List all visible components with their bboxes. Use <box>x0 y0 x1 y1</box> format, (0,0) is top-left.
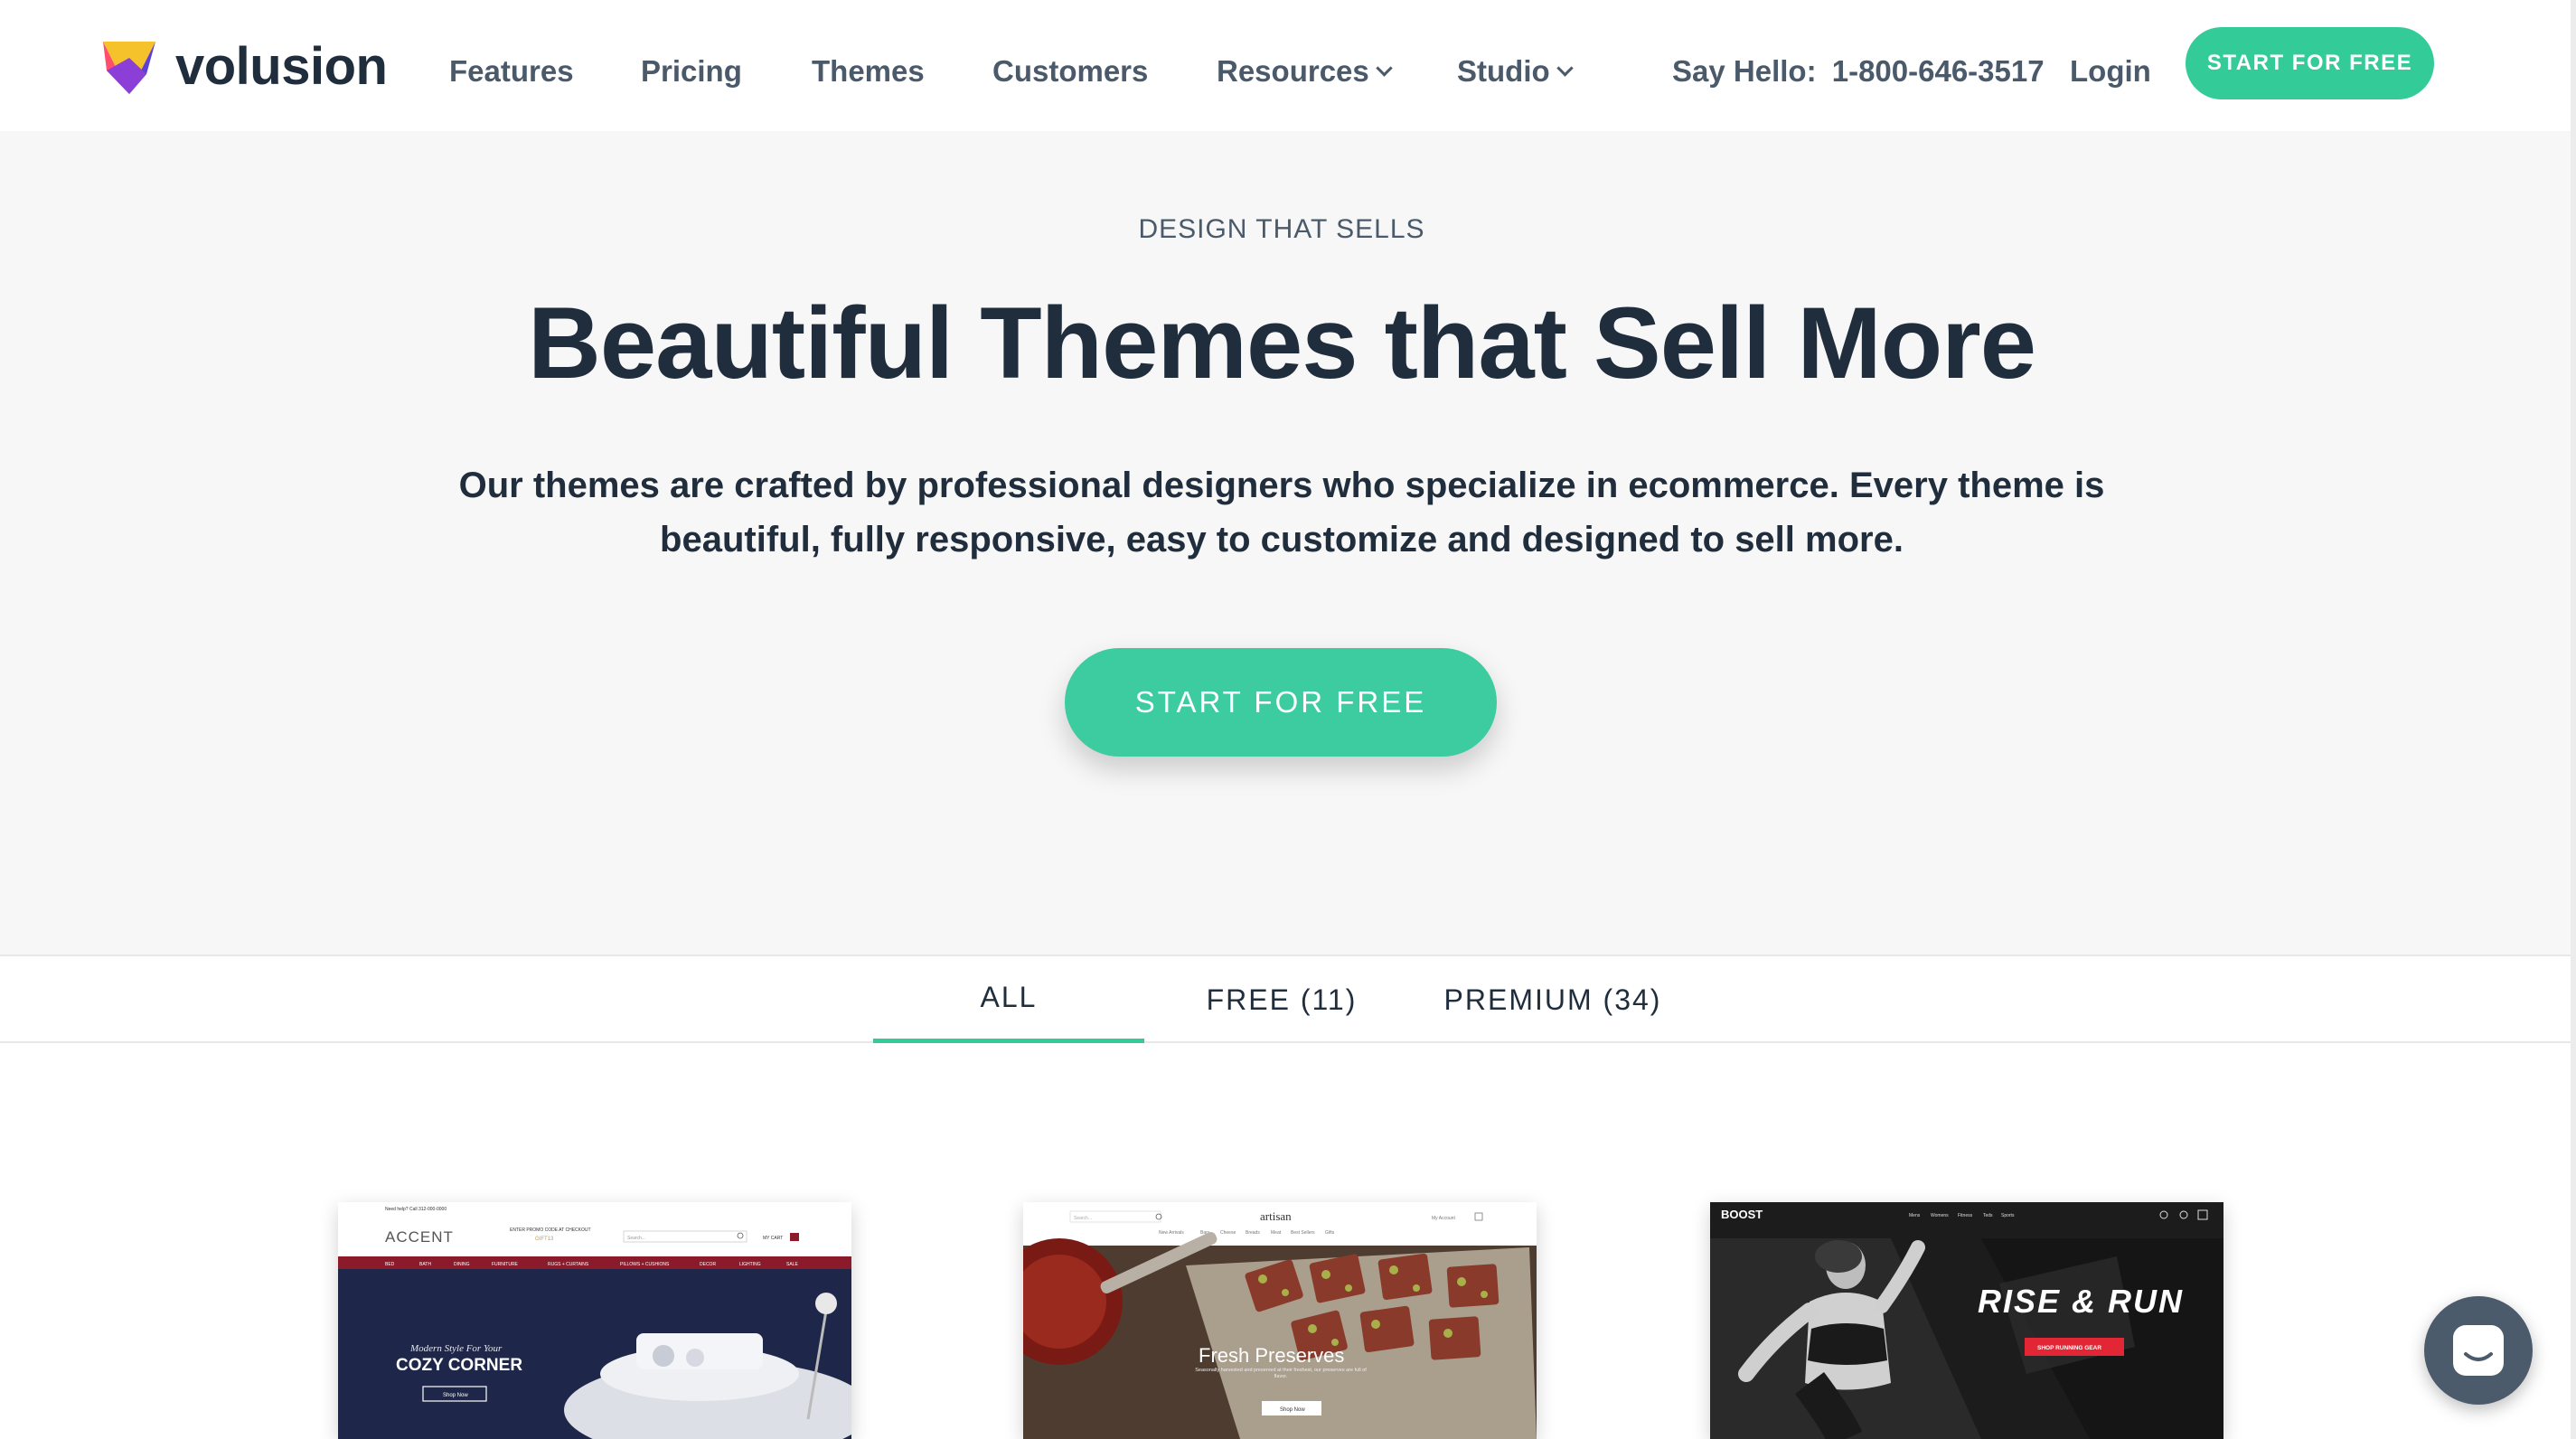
accent-promo-code: GIFT13 <box>535 1237 554 1242</box>
theme-preview-artisan: Search... artisan My Account New Arrival… <box>1023 1202 1537 1439</box>
boost-menu-item: Womens <box>1931 1213 1949 1218</box>
boost-headline: RISE & RUN <box>1978 1283 2184 1320</box>
artisan-menu-item: Meat <box>1271 1230 1282 1236</box>
page-scrollbar[interactable] <box>2571 0 2576 1439</box>
artisan-menu-item: Gifts <box>1325 1230 1335 1236</box>
say-hello-label: Say Hello: <box>1672 54 1817 88</box>
accent-button-label: Shop Now <box>443 1393 468 1398</box>
nav-themes[interactable]: Themes <box>812 51 925 92</box>
chat-icon <box>2453 1325 2504 1376</box>
chat-launcher[interactable] <box>2424 1296 2533 1405</box>
artisan-search-placeholder: Search... <box>1074 1216 1092 1221</box>
artisan-menu-item: New Arrivals <box>1159 1230 1184 1236</box>
say-hello: Say Hello: 1-800-646-3517 <box>1672 51 2045 92</box>
artisan-theme-name: artisan <box>1260 1209 1292 1223</box>
phone-link[interactable]: 1-800-646-3517 <box>1832 54 2045 88</box>
nav-resources[interactable]: Resources <box>1217 51 1393 92</box>
theme-preview-accent: Need help? Call 312-000-0000 ACCENT ENTE… <box>338 1202 851 1439</box>
theme-card-artisan[interactable]: Search... artisan My Account New Arrival… <box>1023 1202 1537 1439</box>
artisan-account: My Account <box>1432 1216 1455 1221</box>
nav-features[interactable]: Features <box>449 51 574 92</box>
accent-headline: COZY CORNER <box>396 1356 522 1375</box>
accent-menu-item: LIGHTING <box>739 1262 761 1267</box>
accent-search-placeholder: Search... <box>627 1236 645 1241</box>
artisan-subtext: Seasonally harvested and preserved at th… <box>1195 1368 1367 1379</box>
accent-tagline: Modern Style For Your <box>409 1343 503 1354</box>
artisan-menu-item: Breads <box>1246 1230 1260 1236</box>
nav-label: Customers <box>992 54 1149 88</box>
accent-menu-item: DINING <box>454 1262 470 1267</box>
accent-menu-item: PILLOWS + CUSHIONS <box>620 1262 670 1267</box>
artisan-menu-item: Best Sellers <box>1291 1230 1315 1236</box>
login-link[interactable]: Login <box>2070 51 2151 92</box>
boost-theme-name: BOOST <box>1721 1208 1763 1221</box>
accent-cart: MY CART <box>763 1236 783 1241</box>
accent-menu-bar <box>338 1256 851 1269</box>
tab-premium[interactable]: PREMIUM (34) <box>1417 956 1688 1043</box>
tab-all[interactable]: ALL <box>873 956 1144 1043</box>
theme-filter-tabs: ALL FREE (11) PREMIUM (34) <box>0 955 2571 1043</box>
chevron-down-icon <box>1556 59 1574 77</box>
boost-button-label: SHOP RUNNING GEAR <box>2037 1345 2101 1351</box>
accent-menu-item: SALE <box>786 1262 798 1267</box>
hero-description: Our themes are crafted by professional d… <box>458 466 2105 560</box>
accent-menu-item: RUGS + CURTAINS <box>548 1262 589 1267</box>
accent-menu-item: BATH <box>419 1262 431 1267</box>
accent-menu-item: BED <box>385 1262 395 1267</box>
nav-label: Studio <box>1457 54 1550 88</box>
hero-section: DESIGN THAT SELLS Beautiful Themes that … <box>0 131 2571 955</box>
boost-menu-item: Fitness <box>1958 1213 1973 1218</box>
accent-theme-name: ACCENT <box>385 1228 454 1246</box>
site-header: volusion Features Pricing Themes Custome… <box>0 0 2576 131</box>
boost-menu-item: Sports <box>2001 1213 2015 1218</box>
volusion-logo-icon <box>103 42 155 94</box>
cart-icon <box>790 1233 799 1241</box>
nav-label: Themes <box>812 54 925 88</box>
accent-menu-item: FURNITURE <box>492 1262 519 1267</box>
nav-pricing[interactable]: Pricing <box>641 51 742 92</box>
accent-promo: ENTER PROMO CODE AT CHECKOUT <box>510 1227 591 1233</box>
hero-start-free-button[interactable]: START FOR FREE <box>1065 648 1497 757</box>
hero-eyebrow: DESIGN THAT SELLS <box>1138 214 1425 244</box>
volusion-logo[interactable]: volusion <box>101 37 388 96</box>
nav-label: Resources <box>1217 54 1369 88</box>
tab-free[interactable]: FREE (11) <box>1146 956 1417 1043</box>
theme-preview-boost: BOOST Mens Womens Fitness Teds Sports RI… <box>1710 1202 2223 1439</box>
artisan-menu-item: Cheese <box>1220 1230 1236 1236</box>
theme-card-boost[interactable]: BOOST Mens Womens Fitness Teds Sports RI… <box>1710 1202 2223 1439</box>
nav-studio[interactable]: Studio <box>1457 51 1574 92</box>
nav-label: Pricing <box>641 54 742 88</box>
artisan-button-label: Shop Now <box>1280 1407 1305 1413</box>
nav-customers[interactable]: Customers <box>992 51 1148 92</box>
accent-menu-item: DECOR <box>700 1262 716 1267</box>
artisan-headline: Fresh Preserves <box>1199 1344 1344 1367</box>
accent-topbar: Need help? Call 312-000-0000 <box>385 1207 447 1212</box>
nav-label: Features <box>449 54 574 88</box>
logo-text: volusion <box>175 37 388 96</box>
boost-menu-item: Mens <box>1909 1213 1921 1218</box>
theme-card-accent[interactable]: Need help? Call 312-000-0000 ACCENT ENTE… <box>338 1202 851 1439</box>
chevron-down-icon <box>1376 59 1393 77</box>
boost-menu-item: Teds <box>1983 1213 1993 1218</box>
hero-title: Beautiful Themes that Sell More <box>528 287 2036 400</box>
header-start-free-button[interactable]: START FOR FREE <box>2186 27 2434 99</box>
